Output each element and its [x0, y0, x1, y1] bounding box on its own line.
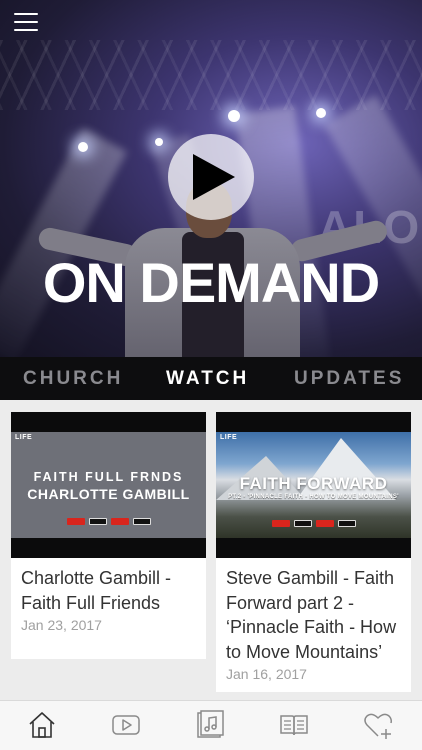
stage-truss — [0, 40, 422, 110]
hero-title: ON DEMAND — [42, 251, 380, 314]
video-title[interactable]: Steve Gambill - Faith Forward part 2 - ‘… — [226, 566, 408, 664]
video-thumbnail[interactable]: LIFE FAITH FORWARD PT.2 - 'PINNACLE FAIT… — [216, 412, 411, 558]
hamburger-menu-icon[interactable] — [14, 13, 38, 33]
thumbnail-subtitle: CHARLOTTE GAMBILL — [27, 486, 190, 502]
nav-give[interactable] — [362, 709, 394, 741]
play-button[interactable] — [168, 134, 254, 220]
home-icon — [29, 712, 55, 738]
play-icon — [193, 154, 235, 200]
tab-watch[interactable]: WATCH — [166, 357, 249, 400]
app-store-badges — [272, 520, 356, 528]
stage-light — [228, 110, 240, 122]
thumbnail-title: FAITH FULL FRNDS — [33, 470, 184, 484]
thumbnail-brand: LIFE — [15, 434, 33, 441]
video-play-icon — [112, 715, 140, 735]
book-icon — [280, 715, 308, 736]
nav-music[interactable] — [194, 709, 226, 741]
video-date: Jan 16, 2017 — [226, 666, 307, 682]
section-tabs: CHURCH WATCH UPDATES — [0, 357, 422, 400]
stage-light — [316, 108, 326, 118]
tab-church[interactable]: CHURCH — [23, 357, 123, 400]
bottom-nav — [0, 700, 422, 750]
video-date: Jan 23, 2017 — [21, 617, 102, 633]
video-thumbnail[interactable]: LIFE FAITH FULL FRNDS CHARLOTTE GAMBILL — [11, 412, 206, 558]
thumbnail-subtitle: PT.2 - 'PINNACLE FAITH - HOW TO MOVE MOU… — [228, 494, 399, 500]
nav-read[interactable] — [278, 709, 310, 741]
app-store-badges — [67, 518, 151, 526]
nav-home[interactable] — [26, 709, 58, 741]
thumbnail-brand: LIFE — [220, 434, 238, 441]
music-library-icon — [197, 710, 224, 738]
stage-light — [155, 138, 163, 146]
thumbnail-title: FAITH FORWARD — [239, 474, 388, 493]
video-card[interactable]: LIFE FAITH FULL FRNDS CHARLOTTE GAMBILL … — [11, 412, 206, 659]
heart-plus-icon — [364, 713, 392, 739]
video-title[interactable]: Charlotte Gambill - Faith Full Friends — [21, 566, 203, 615]
stage-light — [78, 142, 88, 152]
nav-watch[interactable] — [110, 709, 142, 741]
hero-banner: ALOU ON DEMAND — [0, 0, 422, 357]
video-card[interactable]: LIFE FAITH FORWARD PT.2 - 'PINNACLE FAIT… — [216, 412, 411, 692]
tab-updates[interactable]: UPDATES — [294, 357, 404, 400]
